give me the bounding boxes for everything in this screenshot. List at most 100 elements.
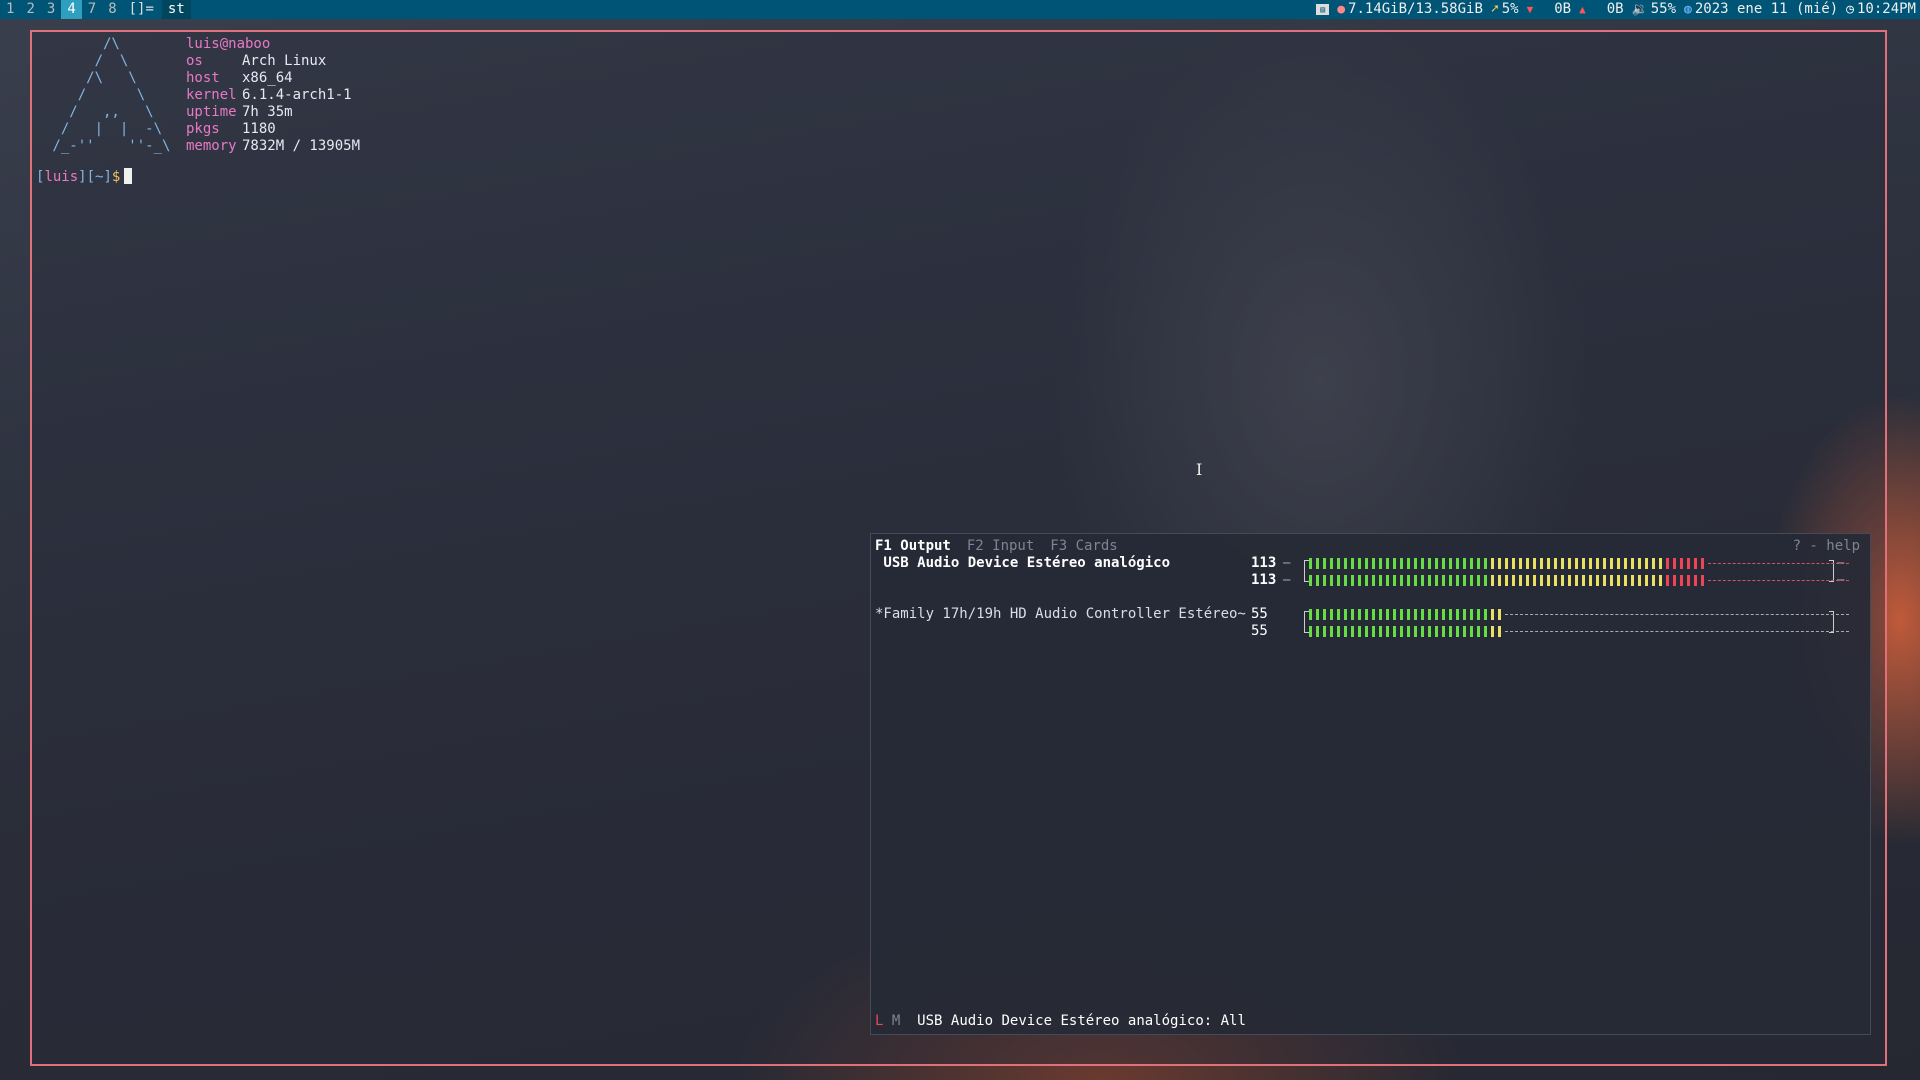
- tag-1[interactable]: 1: [0, 0, 20, 19]
- meter-segment: [1617, 558, 1620, 569]
- meter-segment: [1533, 575, 1536, 586]
- volume-status: 🔉 55%: [1632, 0, 1676, 19]
- meter-segment: [1568, 558, 1571, 569]
- clock-status: ◷ 10:24PM: [1846, 0, 1916, 19]
- meter-segment: [1316, 575, 1319, 586]
- meter-segment: [1540, 558, 1543, 569]
- meter-segment: [1435, 609, 1438, 620]
- meter-segment: [1400, 609, 1403, 620]
- meter-segment: [1421, 609, 1424, 620]
- meter-segment: [1414, 575, 1417, 586]
- meter-segment: [1477, 609, 1480, 620]
- meter-segment: [1582, 558, 1585, 569]
- info-key: pkgs: [186, 121, 220, 137]
- help-hint: ? - help: [1792, 538, 1860, 554]
- meter-segment: [1449, 609, 1452, 620]
- meter-segment: [1323, 558, 1326, 569]
- meter-segment: [1519, 558, 1522, 569]
- meter-segment: [1337, 626, 1340, 637]
- info-key: host: [186, 70, 220, 86]
- meter-segment: [1638, 575, 1641, 586]
- meter-segment: [1596, 558, 1599, 569]
- meter-segment: [1449, 558, 1452, 569]
- cpu-status: ➚ 5%: [1491, 0, 1519, 19]
- meter-segment: [1379, 626, 1382, 637]
- meter-segment: [1694, 575, 1697, 586]
- meter-remaining: [1505, 631, 1849, 632]
- time-value: 10:24PM: [1856, 1, 1916, 17]
- meter-segment: [1414, 626, 1417, 637]
- meter-segment: [1701, 575, 1704, 586]
- shell-prompt[interactable]: [luis][~]$: [36, 168, 133, 186]
- clock-icon: ◷: [1846, 2, 1854, 17]
- meter-segment: [1351, 575, 1354, 586]
- meter-segment: [1491, 609, 1494, 620]
- tab-output[interactable]: F1 Output: [875, 538, 951, 555]
- info-key: memory: [186, 138, 237, 154]
- info-row-memory: memory 7832M / 13905M: [186, 138, 360, 155]
- logo-line: / | | -\: [44, 121, 163, 137]
- meter-segment: [1498, 575, 1501, 586]
- meter-segment: [1428, 558, 1431, 569]
- prompt-user: luis: [44, 169, 79, 185]
- meter-segment: [1414, 558, 1417, 569]
- meter-segment: [1428, 626, 1431, 637]
- meter-segment: [1575, 575, 1578, 586]
- meter-segment: [1456, 558, 1459, 569]
- meter-segment: [1379, 609, 1382, 620]
- meter-segment: [1568, 575, 1571, 586]
- meter-segment: [1379, 558, 1382, 569]
- mute-indicator: M: [891, 1013, 901, 1029]
- meter-segment: [1624, 575, 1627, 586]
- system-status: ▤ ● 7.14GiB/13.58GiB ➚ 5% ▼ 0B ▲ 0B 🔉 55…: [1316, 0, 1916, 19]
- meter-segment: [1442, 626, 1445, 637]
- output-device-hd-audio[interactable]: *Family 17h/19h HD Audio Controller Esté…: [875, 606, 1246, 623]
- pulsemixer-panel[interactable]: F1 Output F2 Input F3 Cards ? - help USB…: [870, 533, 1871, 1035]
- rocket-icon: ➚: [1490, 2, 1499, 17]
- meter-segment: [1386, 575, 1389, 586]
- meter-segment: [1344, 575, 1347, 586]
- tag-3[interactable]: 3: [41, 0, 61, 19]
- meter-segment: [1610, 558, 1613, 569]
- meter-segment: [1309, 575, 1312, 586]
- tag-8[interactable]: 8: [102, 0, 122, 19]
- text-cursor: [124, 168, 133, 184]
- tab-cards[interactable]: F3 Cards: [1050, 538, 1117, 555]
- meter-segment: [1351, 558, 1354, 569]
- meter-segment: [1512, 558, 1515, 569]
- meter-segment: [1484, 575, 1487, 586]
- tag-2[interactable]: 2: [20, 0, 40, 19]
- meter-segment: [1400, 626, 1403, 637]
- meter-segment: [1561, 575, 1564, 586]
- volume-meter-left[interactable]: [1309, 609, 1849, 620]
- meter-segment: [1421, 626, 1424, 637]
- meter-segment: [1337, 558, 1340, 569]
- tag-4[interactable]: 4: [61, 0, 82, 19]
- meter-segment: [1631, 558, 1634, 569]
- meter-segment: [1351, 626, 1354, 637]
- meter-segment: [1435, 626, 1438, 637]
- meter-segment: [1351, 609, 1354, 620]
- net-down-status: ▼ 0B: [1527, 0, 1571, 19]
- tab-input[interactable]: F2 Input: [967, 538, 1034, 555]
- meter-segment: [1456, 626, 1459, 637]
- meter-segment: [1330, 575, 1333, 586]
- meter-segment: [1309, 558, 1312, 569]
- info-value: 1180: [242, 121, 276, 137]
- brain-icon: ●: [1337, 2, 1346, 17]
- volume-meter-left[interactable]: [1309, 558, 1849, 569]
- meter-segment: [1512, 575, 1515, 586]
- volume-meter-right[interactable]: [1309, 575, 1849, 586]
- meter-segment: [1386, 626, 1389, 637]
- tag-7[interactable]: 7: [82, 0, 102, 19]
- layout-indicator[interactable]: []=: [123, 0, 162, 19]
- volume-meter-right[interactable]: [1309, 626, 1849, 637]
- output-device-usb[interactable]: USB Audio Device Estéreo analógico: [875, 555, 1170, 572]
- meter-segment: [1386, 558, 1389, 569]
- net-down-value: 0B: [1554, 1, 1572, 17]
- meter-remaining: [1505, 614, 1849, 615]
- meter-segment: [1449, 626, 1452, 637]
- user-host: luis@naboo: [186, 36, 271, 52]
- meter-segment: [1463, 609, 1466, 620]
- info-row-pkgs: pkgs 1180: [186, 121, 360, 138]
